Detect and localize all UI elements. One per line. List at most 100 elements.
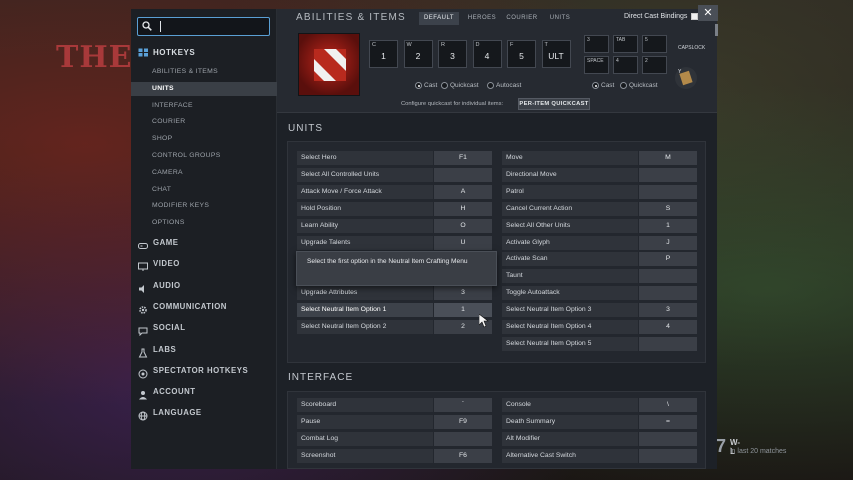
- cast-radio[interactable]: [415, 82, 422, 89]
- per-item-quickcast-button[interactable]: PER-ITEM QUICKCAST: [518, 98, 590, 110]
- ability-hotkey: 1: [381, 51, 386, 61]
- item-slot-5[interactable]: 4: [613, 56, 638, 74]
- direct-cast-checkbox[interactable]: [691, 13, 698, 20]
- hotkey-binding[interactable]: [639, 336, 697, 351]
- sidebar-item-interface[interactable]: INTERFACE: [131, 99, 277, 113]
- speaker-icon: [138, 281, 148, 293]
- hotkey-action-label: Directional Move: [502, 167, 638, 182]
- item-slot-1[interactable]: 3: [584, 35, 609, 53]
- quickcast-radio[interactable]: [441, 82, 448, 89]
- sidebar-item-label: INTERFACE: [152, 101, 193, 109]
- ability-hotkey: 2: [415, 51, 421, 61]
- hotkey-binding[interactable]: A: [434, 184, 492, 199]
- hotkey-binding[interactable]: P: [639, 252, 697, 267]
- sidebar-category-spectator-hotkeys[interactable]: SPECTATOR HOTKEYS: [131, 363, 277, 379]
- scrollbar-thumb[interactable]: [715, 24, 718, 36]
- close-button[interactable]: ✕: [698, 5, 718, 21]
- item-quickcast-radio[interactable]: [620, 82, 627, 89]
- sidebar-category-account[interactable]: ACCOUNT: [131, 384, 277, 400]
- item-slot-4[interactable]: SPACE: [584, 56, 609, 74]
- hotkey-binding[interactable]: 4: [639, 320, 697, 334]
- hotkey-action-label: Select All Controlled Units: [297, 167, 433, 182]
- item-slot-2[interactable]: TAB: [613, 35, 638, 53]
- hotkey-binding[interactable]: M: [639, 151, 697, 165]
- units-section-title: UNITS: [288, 123, 323, 134]
- hotkey-binding[interactable]: `: [434, 398, 492, 412]
- hotkey-binding[interactable]: F1: [434, 151, 492, 165]
- sidebar-item-label: CHAT: [152, 185, 172, 193]
- tab-default[interactable]: DEFAULT: [419, 12, 459, 25]
- hotkey-binding[interactable]: S: [639, 201, 697, 216]
- ability-slot-4[interactable]: D4: [472, 40, 502, 68]
- hotkey-binding[interactable]: F9: [434, 415, 492, 429]
- abilities-items-title: ABILITIES & ITEMS: [296, 12, 406, 23]
- sidebar-item-units[interactable]: UNITS: [131, 81, 277, 96]
- hotkey-binding[interactable]: \: [639, 398, 697, 412]
- item-cast-radio[interactable]: [592, 82, 599, 89]
- hotkey-binding[interactable]: [639, 286, 697, 301]
- ability-slot-3[interactable]: R3: [438, 40, 467, 68]
- sidebar-category-labs[interactable]: LABS: [131, 342, 277, 358]
- ability-hotkey: 4: [484, 51, 490, 61]
- sidebar-item-options[interactable]: OPTIONS: [131, 216, 277, 230]
- item-slot-6[interactable]: 2: [642, 56, 667, 74]
- sidebar-item-label: CONTROL GROUPS: [152, 152, 221, 159]
- hotkey-binding[interactable]: U: [434, 235, 492, 250]
- ability-slot-6[interactable]: T ULT: [541, 40, 571, 68]
- ability-hotkey: 5: [519, 51, 524, 61]
- hotkey-binding[interactable]: [639, 184, 697, 199]
- hotkey-binding[interactable]: O: [434, 218, 492, 233]
- sidebar-item-label: OPTIONS: [152, 219, 185, 227]
- hotkey-binding[interactable]: [434, 432, 492, 446]
- autocast-radio[interactable]: [487, 82, 494, 89]
- ability-slot-5[interactable]: F5: [507, 40, 536, 68]
- hotkey-binding[interactable]: 1: [639, 218, 697, 233]
- ability-slot-1[interactable]: C1: [369, 40, 398, 68]
- sidebar-category-video[interactable]: VIDEO: [131, 256, 277, 272]
- hotkey-binding[interactable]: [639, 269, 697, 284]
- sidebar-category-communication[interactable]: COMMUNICATION: [131, 299, 277, 315]
- direct-cast-label: Direct Cast Bindings: [624, 13, 688, 20]
- hotkey-binding[interactable]: =: [639, 415, 697, 429]
- sidebar-item-courier[interactable]: COURIER: [131, 115, 277, 129]
- item-slot-3[interactable]: 5: [642, 35, 667, 53]
- hotkey-action-label: Alternative Cast Switch: [502, 449, 638, 463]
- hotkey-binding[interactable]: [639, 449, 697, 463]
- item-slot-key: 3: [587, 37, 590, 43]
- tab-heroes[interactable]: HEROES: [463, 12, 501, 25]
- sidebar-item-shop[interactable]: SHOP: [131, 132, 277, 146]
- item-quickcast-label: Quickcast: [629, 82, 658, 89]
- ability-hotkey: ULT: [548, 51, 564, 61]
- hotkey-binding[interactable]: 3: [434, 286, 492, 301]
- tab-units[interactable]: UNITS: [543, 12, 577, 25]
- hotkey-binding[interactable]: [639, 432, 697, 446]
- hotkey-action-label: Select Neutral Item Option 5: [502, 336, 638, 351]
- hotkey-binding[interactable]: [639, 167, 697, 182]
- sidebar-item-label: COURIER: [152, 118, 186, 126]
- ability-letter: F: [510, 42, 514, 48]
- sidebar-item-control-groups[interactable]: CONTROL GROUPS: [131, 149, 277, 163]
- sidebar-category-label: GAME: [153, 238, 179, 247]
- sidebar-category-label: AUDIO: [153, 280, 181, 290]
- tab-courier[interactable]: COURIER: [503, 12, 541, 25]
- sidebar-item-abilities-items[interactable]: ABILITIES & ITEMS: [131, 65, 277, 79]
- hotkey-binding[interactable]: [434, 167, 492, 182]
- sidebar-category-label: COMMUNICATION: [153, 301, 227, 311]
- nav-hotkeys[interactable]: HOTKEYS: [131, 45, 277, 61]
- sidebar-item-chat[interactable]: CHAT: [131, 183, 277, 197]
- sidebar-item-modifier-keys[interactable]: MODIFIER KEYS: [131, 199, 277, 213]
- hotkey-action-label: Scoreboard: [297, 398, 433, 412]
- hotkey-binding[interactable]: J: [639, 235, 697, 250]
- search-input[interactable]: [137, 17, 270, 36]
- hotkey-action-label: Patrol: [502, 184, 638, 199]
- hotkey-binding[interactable]: 3: [639, 303, 697, 318]
- cast-label: Cast: [424, 82, 438, 89]
- sidebar-category-audio[interactable]: AUDIO: [131, 278, 277, 294]
- sidebar-category-language[interactable]: LANGUAGE: [131, 405, 277, 421]
- ability-slot-2[interactable]: W2: [403, 40, 433, 68]
- sidebar-category-social[interactable]: SOCIAL: [131, 320, 277, 337]
- hotkey-binding[interactable]: F6: [434, 449, 492, 463]
- sidebar-item-camera[interactable]: CAMERA: [131, 166, 277, 180]
- hotkey-binding[interactable]: H: [434, 201, 492, 216]
- sidebar-category-game[interactable]: GAME: [131, 235, 277, 251]
